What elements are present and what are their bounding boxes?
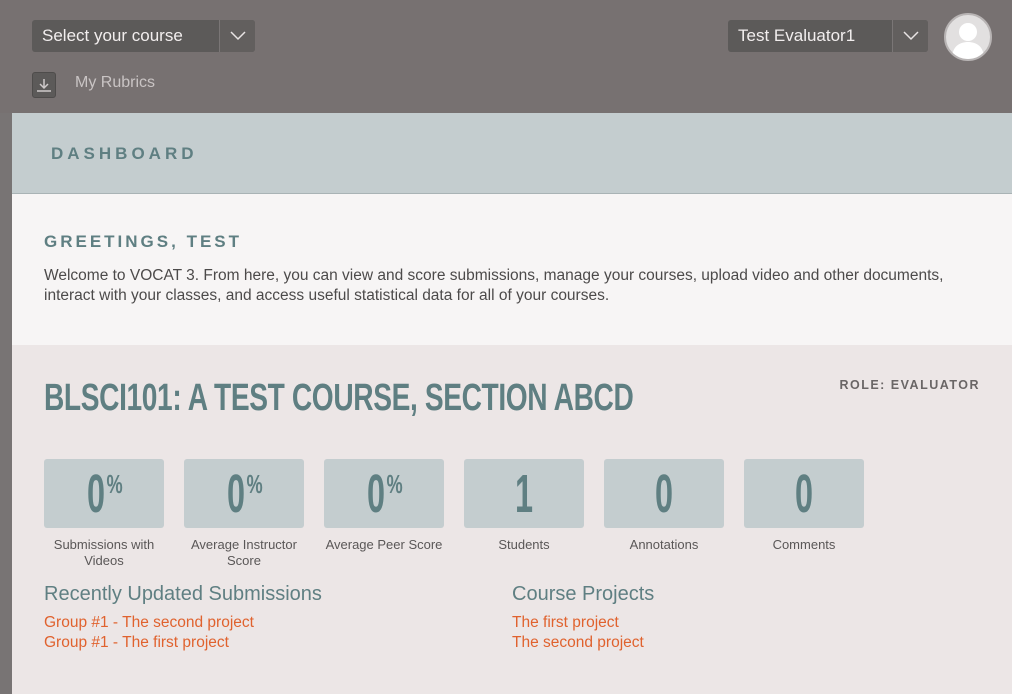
left-strip [0, 113, 12, 694]
top-bar: Select your course My Rubrics Test Evalu… [0, 0, 1012, 113]
course-title[interactable]: BLSCI101: A TEST COURSE, SECTION ABCD [44, 377, 634, 420]
stat-students: 1 Students [464, 459, 584, 553]
course-section: BLSCI101: A TEST COURSE, SECTION ABCD RO… [12, 345, 1012, 694]
course-projects-list: The first project The second project [512, 613, 644, 653]
stat-caption: Comments [772, 537, 836, 552]
project-link[interactable]: The second project [512, 633, 644, 653]
role-label: ROLE: EVALUATOR [839, 378, 980, 392]
stat-value: 0 [367, 463, 386, 524]
stat-suffix: % [246, 469, 264, 499]
stat-box: 0 [604, 459, 724, 528]
chevron-down-icon[interactable] [219, 20, 255, 52]
stat-box: 0% [324, 459, 444, 528]
submission-link[interactable]: Group #1 - The second project [44, 613, 254, 633]
recent-submissions-title: Recently Updated Submissions [44, 583, 322, 605]
stat-caption: Average Peer Score [325, 537, 443, 552]
stat-average-instructor-score: 0% Average Instructor Score [184, 459, 304, 569]
stat-average-peer-score: 0% Average Peer Score [324, 459, 444, 553]
greeting-text: Welcome to VOCAT 3. From here, you can v… [44, 267, 944, 304]
stat-submissions-with-videos: 0% Submissions with Videos [44, 459, 164, 569]
stat-suffix: % [386, 469, 404, 499]
course-select[interactable]: Select your course [32, 20, 255, 52]
stat-value: 0 [654, 463, 674, 524]
stat-value: 0 [227, 463, 246, 524]
my-rubrics-link[interactable]: My Rubrics [75, 74, 155, 92]
stat-caption: Submissions with Videos [53, 537, 155, 568]
stat-value: 0 [87, 463, 106, 524]
stat-box: 0 [744, 459, 864, 528]
dashboard-header: DASHBOARD [12, 113, 1012, 194]
stat-suffix: % [106, 469, 124, 499]
avatar[interactable] [944, 13, 992, 61]
course-projects-title: Course Projects [512, 583, 655, 605]
page-title: DASHBOARD [51, 144, 198, 163]
user-select[interactable]: Test Evaluator1 [728, 20, 928, 52]
stat-annotations: 0 Annotations [604, 459, 724, 553]
submission-link[interactable]: Group #1 - The first project [44, 633, 254, 653]
project-link[interactable]: The first project [512, 613, 644, 633]
stat-value: 0 [794, 463, 814, 524]
greeting-section: GREETINGS, TEST Welcome to VOCAT 3. From… [12, 194, 1012, 345]
stat-caption: Average Instructor Score [191, 537, 297, 568]
chevron-down-icon[interactable] [892, 20, 928, 52]
stat-box: 1 [464, 459, 584, 528]
user-select-label: Test Evaluator1 [738, 26, 856, 45]
greeting-title: GREETINGS, TEST [44, 232, 243, 251]
stat-value: 1 [514, 463, 534, 524]
stat-comments: 0 Comments [744, 459, 864, 553]
stat-caption: Students [498, 537, 550, 552]
download-icon[interactable] [32, 72, 56, 98]
course-select-label: Select your course [42, 26, 183, 45]
stat-box: 0% [44, 459, 164, 528]
recent-submissions-list: Group #1 - The second project Group #1 -… [44, 613, 254, 653]
stat-box: 0% [184, 459, 304, 528]
stat-caption: Annotations [629, 537, 699, 552]
